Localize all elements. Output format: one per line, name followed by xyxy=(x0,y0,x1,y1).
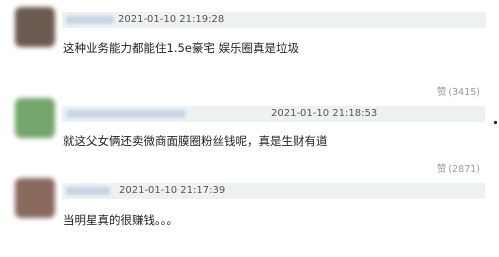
like-label: 赞 xyxy=(436,164,447,175)
comment-text: 就这父女俩还卖微商面膜圈粉丝钱呢，真是生财有道 xyxy=(63,134,328,148)
like-count: (3415) xyxy=(448,87,480,98)
like-button[interactable]: 赞 (2871) xyxy=(437,164,480,176)
timestamp: 2021-01-10 21:19:28 xyxy=(118,14,225,25)
like-label: 赞 xyxy=(436,87,447,98)
username[interactable] xyxy=(66,110,186,118)
comment-item: 2021-01-10 21:18:53 赞 (3415) 就这父女俩还卖微商面膜圈… xyxy=(0,87,499,170)
avatar[interactable] xyxy=(15,178,55,218)
comment-text: 这种业务能力都能住1.5e豪宅 娱乐圈真是垃圾 xyxy=(63,41,300,55)
like-button[interactable]: 赞 (3415) xyxy=(437,87,480,99)
username[interactable] xyxy=(66,16,114,24)
avatar[interactable] xyxy=(15,7,55,47)
timestamp: 2021-01-10 21:18:53 xyxy=(271,108,378,119)
timestamp: 2021-01-10 21:17:39 xyxy=(119,185,226,196)
username[interactable] xyxy=(66,187,110,195)
dot-mark xyxy=(494,121,497,124)
comment-text: 当明星真的很赚钱。。。 xyxy=(63,213,178,227)
like-count: (2871) xyxy=(448,164,480,175)
avatar[interactable] xyxy=(15,98,55,138)
comment-item: 2021-01-10 21:19:28 这种业务能力都能住1.5e豪宅 娱乐圈真… xyxy=(0,0,499,90)
comment-item: 2021-01-10 21:17:39 赞 (2871) 当明星真的很赚钱。。。 xyxy=(0,164,499,257)
